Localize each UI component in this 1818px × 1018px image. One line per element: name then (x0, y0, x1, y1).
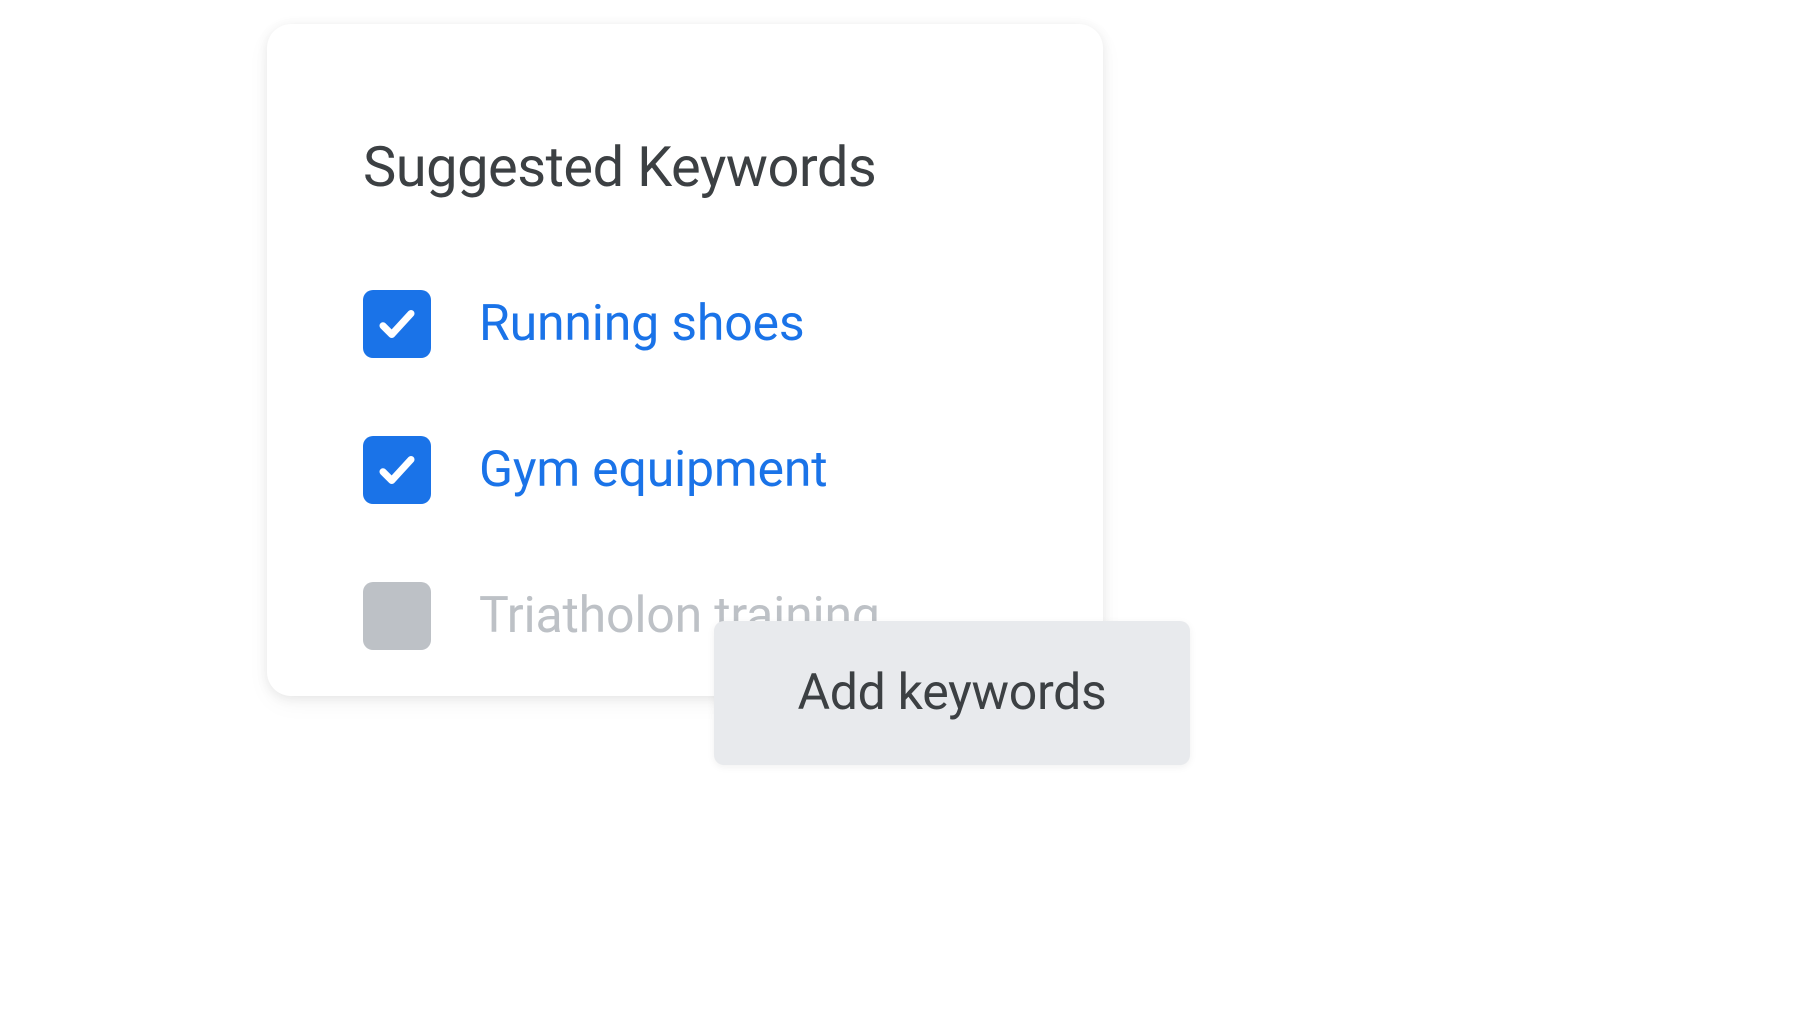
keyword-item[interactable]: Gym equipment (363, 436, 1007, 504)
keyword-item[interactable]: Running shoes (363, 290, 1007, 358)
checkbox-gym-equipment[interactable] (363, 436, 431, 504)
add-keywords-button[interactable]: Add keywords (714, 621, 1190, 765)
keyword-label: Running shoes (479, 295, 804, 353)
suggested-keywords-card: Suggested Keywords Running shoes Gym equ… (267, 24, 1103, 696)
checkbox-triathlon-training[interactable] (363, 582, 431, 650)
card-title: Suggested Keywords (363, 134, 1007, 200)
keyword-list: Running shoes Gym equipment Triatholon t… (363, 290, 1007, 650)
check-icon (376, 449, 418, 491)
button-label: Add keywords (797, 664, 1106, 722)
checkbox-running-shoes[interactable] (363, 290, 431, 358)
keyword-label: Gym equipment (479, 441, 827, 499)
check-icon (376, 303, 418, 345)
